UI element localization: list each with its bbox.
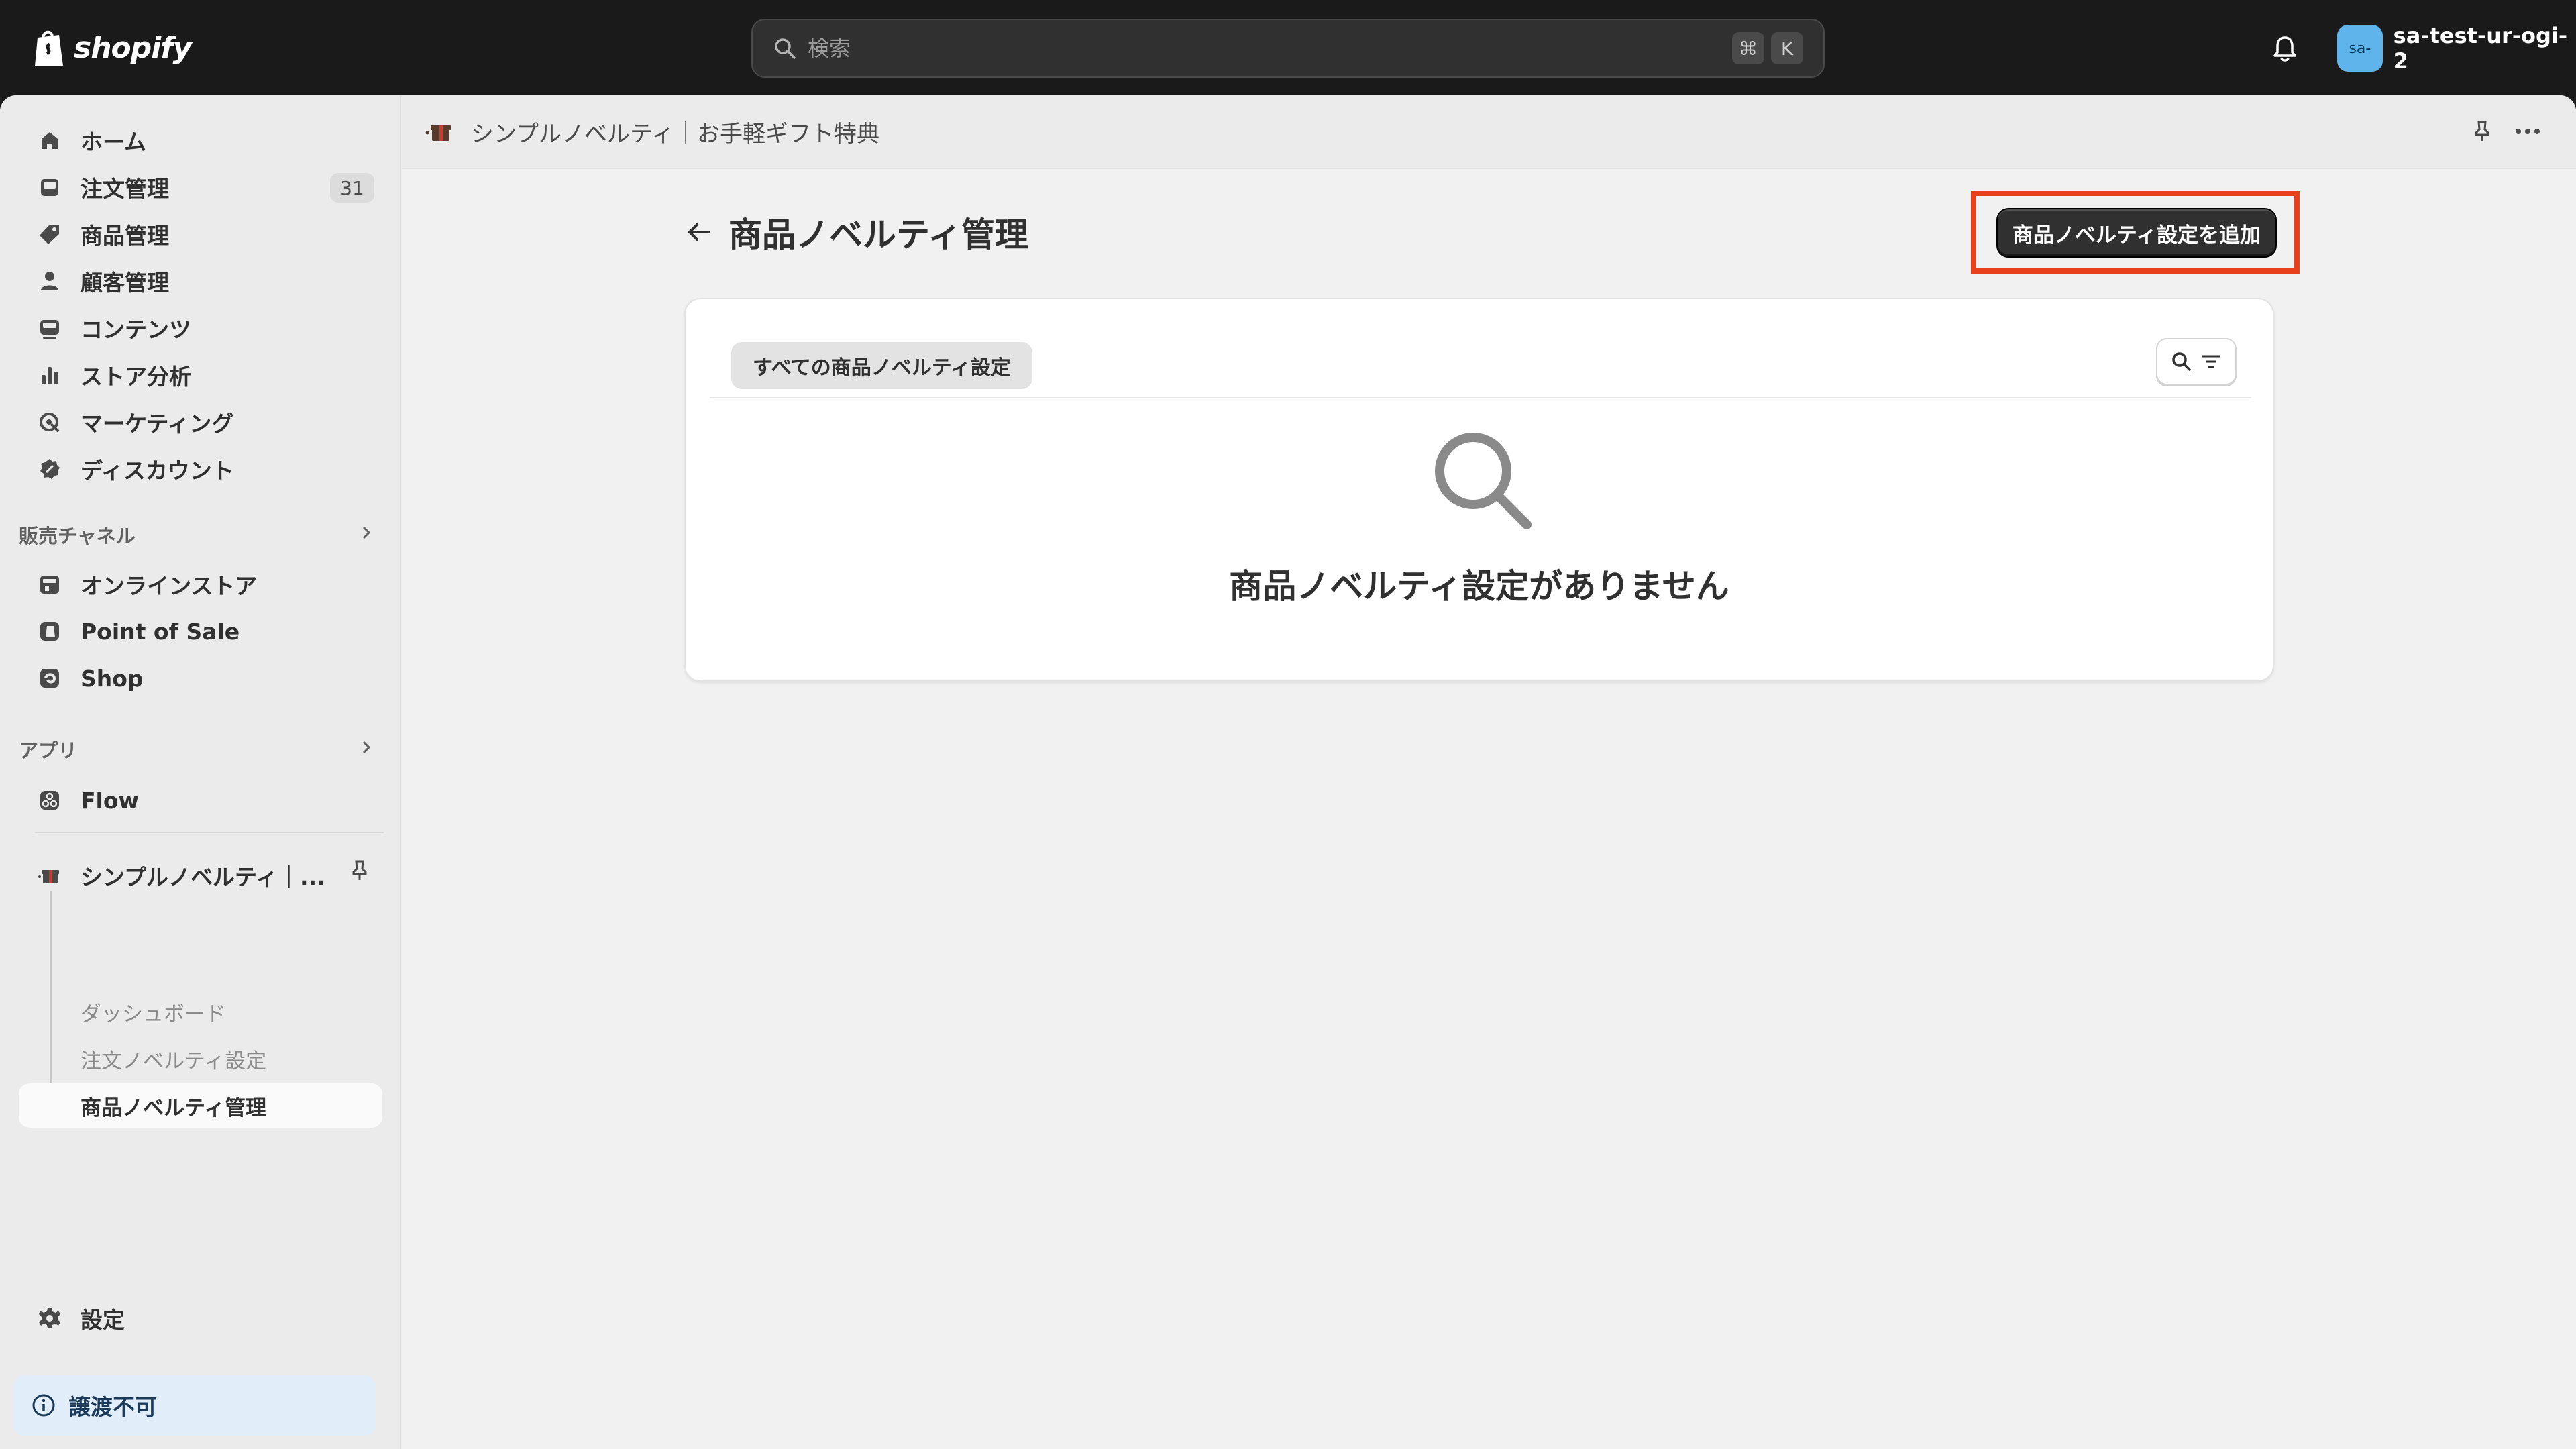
sidebar-item-online-store[interactable]: オンラインストア: [19, 562, 382, 606]
flow-icon: [40, 791, 59, 810]
novelty-list-card: すべての商品ノベルティ設定 商品ノベルティ設定がありません: [684, 298, 2274, 682]
card-divider: [710, 397, 2251, 398]
non-transferable-banner[interactable]: 譲渡不可: [13, 1375, 376, 1436]
sub-item-order-novelty-settings[interactable]: 注文ノベルティ設定: [19, 1036, 382, 1081]
non-transferable-label: 譲渡不可: [68, 1394, 157, 1420]
discount-icon: [40, 459, 60, 479]
main-content: シンプルノベルティ｜お手軽ギフト特典 商品ノベルティ管理 商品ノベルティ設定を追…: [402, 95, 2576, 1449]
sidebar-item-orders[interactable]: 注文管理 31: [19, 165, 382, 209]
search-filter-button[interactable]: [2156, 338, 2237, 385]
sidebar-item-flow[interactable]: Flow: [19, 778, 382, 822]
gift-icon: [425, 125, 451, 141]
chevron-right-icon[interactable]: [356, 737, 377, 758]
page-title: 商品ノベルティ管理: [729, 215, 1028, 254]
sidebar-item-label: Flow: [80, 787, 140, 814]
back-arrow-icon[interactable]: [684, 217, 714, 247]
search-icon: [2172, 352, 2191, 371]
sidebar-item-label: Shop: [80, 665, 144, 692]
store-icon: [40, 576, 59, 594]
add-product-novelty-button[interactable]: 商品ノベルティ設定を追加: [1996, 208, 2277, 258]
sidebar-item-analytics[interactable]: ストア分析: [19, 353, 382, 397]
chevron-right-icon[interactable]: [356, 522, 377, 543]
shopify-bag-icon: [35, 30, 63, 66]
orders-count-badge: 31: [330, 173, 374, 203]
sidebar-item-discounts[interactable]: ディスカウント: [19, 447, 382, 491]
sidebar-item-label: コンテンツ: [80, 317, 191, 343]
admin-shell: ホーム 注文管理 31 商品管理 顧客管理 コンテンツ ストア分析 マーケティン…: [0, 95, 2576, 1449]
sub-item-dashboard[interactable]: ダッシュボード: [19, 989, 382, 1034]
shortcut-key-k: K: [1771, 32, 1803, 64]
home-icon: [42, 132, 58, 149]
tag-icon: [40, 225, 59, 244]
sidebar-item-label: 設定: [80, 1307, 125, 1333]
sales-channels-heading: 販売チャネル: [19, 525, 136, 547]
sidebar-item-home[interactable]: ホーム: [19, 118, 382, 162]
sidebar-item-label: ストア分析: [80, 364, 191, 390]
sidebar-item-label: シンプルノベルティ｜...: [80, 864, 325, 890]
person-icon: [41, 272, 58, 290]
sub-item-label: ダッシュボード: [80, 1002, 226, 1026]
pos-icon: [40, 622, 59, 641]
sidebar-item-label: 顧客管理: [80, 270, 169, 296]
info-icon: [32, 1394, 55, 1417]
avatar: sa-: [2337, 25, 2383, 72]
empty-state-message: 商品ノベルティ設定がありません: [1229, 567, 1729, 606]
sidebar: ホーム 注文管理 31 商品管理 顧客管理 コンテンツ ストア分析 マーケティン…: [0, 95, 401, 1449]
search-input[interactable]: [808, 36, 1725, 61]
search-icon: [775, 38, 796, 59]
marketing-icon: [40, 413, 60, 433]
pin-icon[interactable]: [2469, 118, 2496, 145]
account-name: sa-test-ur-ogi-2: [2393, 23, 2568, 74]
sidebar-item-content[interactable]: コンテンツ: [19, 306, 382, 350]
tab-all-product-novelty-settings[interactable]: すべての商品ノベルティ設定: [731, 342, 1032, 389]
page-header: 商品ノベルティ管理: [684, 208, 1028, 256]
sidebar-item-label: マーケティング: [80, 411, 234, 437]
logo-wordmark: shopify: [74, 30, 192, 65]
sidebar-item-label: ディスカウント: [80, 458, 234, 484]
sidebar-item-settings[interactable]: 設定: [19, 1296, 382, 1340]
shortcut-key-cmd: ⌘: [1732, 32, 1764, 64]
sidebar-divider: [35, 832, 384, 833]
shopify-logo[interactable]: shopify: [32, 24, 192, 71]
sidebar-item-label: オンラインストア: [80, 573, 258, 599]
sidebar-item-marketing[interactable]: マーケティング: [19, 400, 382, 444]
sidebar-item-customers[interactable]: 顧客管理: [19, 259, 382, 303]
sub-item-product-novelty-management[interactable]: 商品ノベルティ管理: [19, 1083, 382, 1128]
sidebar-item-simple-novelty[interactable]: シンプルノベルティ｜...: [19, 853, 382, 898]
sidebar-item-products[interactable]: 商品管理: [19, 212, 382, 256]
empty-search-icon: [1435, 433, 1532, 529]
sidebar-item-label: ホーム: [80, 129, 147, 155]
analytics-icon: [42, 367, 58, 384]
sidebar-item-label: 商品管理: [80, 223, 169, 249]
app-title: シンプルノベルティ｜お手軽ギフト特典: [471, 120, 879, 148]
top-bar: shopify ⌘ K sa- sa-test-ur-ogi-2: [0, 0, 2576, 95]
gift-icon: [38, 870, 59, 883]
sidebar-item-label: 注文管理: [80, 176, 169, 202]
sidebar-item-label: Point of Sale: [80, 618, 240, 645]
sub-item-label: 注文ノベルティ設定: [80, 1049, 267, 1073]
sidebar-item-point-of-sale[interactable]: Point of Sale: [19, 609, 382, 653]
orders-icon: [41, 179, 58, 196]
sub-item-label: 商品ノベルティ管理: [80, 1095, 267, 1120]
sidebar-item-shop[interactable]: Shop: [19, 656, 382, 700]
search-bar[interactable]: ⌘ K: [751, 19, 1825, 78]
gear-icon: [39, 1308, 60, 1328]
account-menu[interactable]: sa- sa-test-ur-ogi-2: [2337, 23, 2576, 74]
content-icon: [40, 320, 59, 339]
bell-icon[interactable]: [2269, 32, 2301, 64]
filter-icon: [2202, 355, 2220, 368]
apps-heading: アプリ: [19, 739, 78, 762]
more-horizontal-icon[interactable]: [2512, 118, 2544, 145]
pin-icon[interactable]: [346, 857, 373, 884]
shop-icon: [40, 669, 59, 688]
app-title-bar: シンプルノベルティ｜お手軽ギフト特典: [402, 95, 2576, 169]
